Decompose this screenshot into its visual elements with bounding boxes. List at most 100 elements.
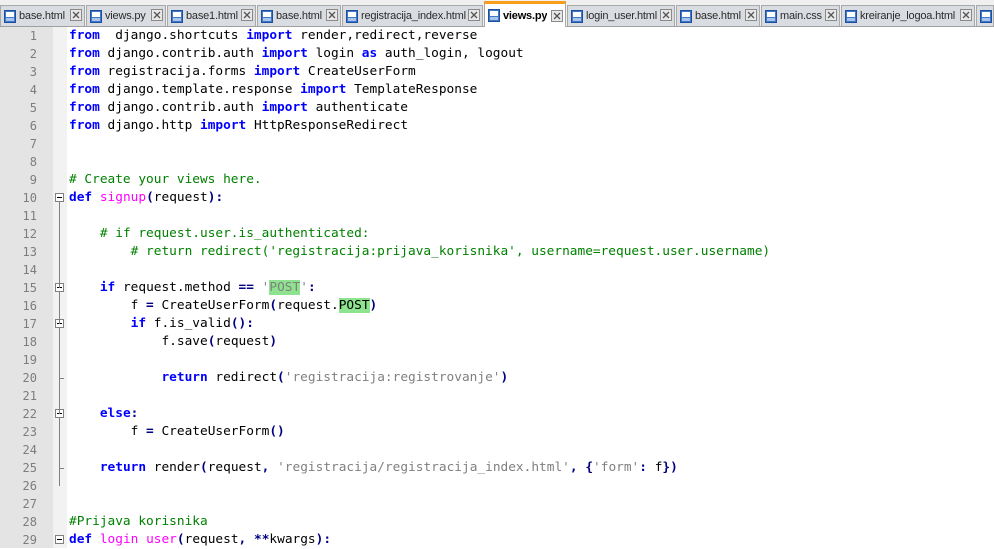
code-text[interactable]: from registracija.forms import CreateUse… (69, 63, 416, 81)
code-text[interactable]: from django.template.response import Tem… (69, 81, 477, 99)
line-number: 11 (22, 209, 37, 223)
file-icon (980, 9, 992, 23)
line-number: 15 (22, 281, 37, 295)
line-number: 4 (29, 83, 37, 97)
code-line: 19 (0, 351, 994, 369)
fold-minus-icon[interactable] (55, 535, 64, 544)
tab-label: main.css (780, 10, 822, 22)
line-number: 6 (29, 119, 37, 133)
line-number: 19 (22, 353, 37, 367)
close-icon[interactable] (326, 9, 338, 21)
tab-4[interactable]: base.html (257, 5, 341, 26)
tab-1[interactable]: base.html (0, 5, 85, 26)
code-text[interactable]: if f.is_valid(): (69, 315, 254, 333)
close-icon[interactable] (70, 9, 82, 21)
tab-label: views.py (105, 10, 146, 22)
code-text[interactable]: else: (69, 405, 139, 423)
line-number: 18 (22, 335, 37, 349)
file-icon (346, 9, 358, 23)
line-number: 28 (22, 515, 37, 529)
code-text[interactable]: # if request.user.is_authenticated: (69, 225, 370, 243)
code-text[interactable]: from django.contrib.auth import login as… (69, 45, 524, 63)
tab-6[interactable]: views.py (484, 1, 566, 27)
fold-line (59, 418, 60, 486)
code-line: 15 if request.method == 'POST': (0, 279, 994, 297)
code-line: 18 f.save(request) (0, 333, 994, 351)
code-line: 13 # return redirect('registracija:prija… (0, 243, 994, 261)
code-line: 14 (0, 261, 994, 279)
code-text[interactable]: # return redirect('registracija:prijava_… (69, 243, 770, 261)
code-text[interactable]: return redirect('registracija:registrova… (69, 369, 508, 387)
code-text[interactable]: f = CreateUserForm(request.POST) (69, 297, 377, 315)
fold-line (59, 328, 60, 414)
line-number: 22 (22, 407, 37, 421)
code-text[interactable]: def login user(request, **kwargs): (69, 531, 331, 549)
tab-8[interactable]: base.html (676, 5, 760, 26)
code-text[interactable]: f = CreateUserForm() (69, 423, 285, 441)
close-icon[interactable] (551, 10, 563, 22)
code-line: 9 # Create your views here. (0, 171, 994, 189)
code-text[interactable]: from django.http import HttpResponseRedi… (69, 117, 408, 135)
tab-label: base.html (276, 10, 322, 22)
fold-line (59, 202, 60, 288)
line-number: 21 (22, 389, 37, 403)
code-line: 4 from django.template.response import Te… (0, 81, 994, 99)
line-number: 10 (22, 191, 37, 205)
code-text[interactable]: #Prijava korisnika (69, 513, 208, 531)
code-line: 25 return render(request, 'registracija/… (0, 459, 994, 477)
tab-5[interactable]: registracija_index.html (342, 5, 483, 26)
code-text[interactable]: return render(request, 'registracija/reg… (69, 459, 678, 477)
tab-10[interactable]: kreiranje_logoa.html (841, 5, 975, 26)
line-number: 27 (22, 497, 37, 511)
code-line: 3 from registracija.forms import CreateUs… (0, 63, 994, 81)
code-text[interactable]: f.save(request) (69, 333, 277, 351)
line-number: 16 (22, 299, 37, 313)
line-number: 20 (22, 371, 37, 385)
line-number: 23 (22, 425, 37, 439)
tab-9[interactable]: main.css (761, 5, 840, 26)
line-number: 17 (22, 317, 37, 331)
code-editor[interactable]: 1 from django.shortcuts import render,red… (0, 27, 994, 548)
line-number: 24 (22, 443, 37, 457)
code-line: 24 (0, 441, 994, 459)
file-icon (571, 9, 583, 23)
line-number: 12 (22, 227, 37, 241)
tab-label: base.html (19, 10, 65, 22)
code-text[interactable]: from django.shortcuts import render,redi… (69, 27, 477, 45)
code-line: 12 # if request.user.is_authenticated: (0, 225, 994, 243)
close-icon[interactable] (660, 9, 672, 21)
tab-label: base.html (695, 10, 741, 22)
close-icon[interactable] (745, 9, 757, 21)
close-icon[interactable] (825, 9, 837, 21)
code-line: 28 #Prijava korisnika (0, 513, 994, 531)
code-text[interactable]: # Create your views here. (69, 171, 262, 189)
file-icon (680, 9, 692, 23)
close-icon[interactable] (960, 9, 972, 21)
tab-label: base1.html (186, 10, 238, 22)
code-line: 22 else: (0, 405, 994, 423)
code-text[interactable]: from django.contrib.auth import authenti… (69, 99, 408, 117)
tab-7[interactable]: login_user.html (567, 5, 675, 26)
fold-minus-icon[interactable] (55, 193, 64, 202)
close-icon[interactable] (151, 9, 163, 21)
line-number: 26 (22, 479, 37, 493)
tab-2[interactable]: views.py (86, 5, 166, 26)
code-line: 21 (0, 387, 994, 405)
line-number: 13 (22, 245, 37, 259)
code-line: 11 (0, 207, 994, 225)
code-line: 17 if f.is_valid(): (0, 315, 994, 333)
code-line: 5 from django.contrib.auth import authent… (0, 99, 994, 117)
tab-11[interactable] (976, 5, 994, 26)
code-text[interactable]: def signup(request): (69, 189, 223, 207)
fold-end-marker (59, 378, 64, 379)
file-icon (488, 9, 500, 22)
close-icon[interactable] (241, 9, 253, 21)
code-text[interactable]: if request.method == 'POST': (69, 279, 316, 297)
tab-3[interactable]: base1.html (167, 5, 256, 26)
code-line: 2 from django.contrib.auth import login a… (0, 45, 994, 63)
tab-label: views.py (503, 9, 548, 22)
tab-label: kreiranje_logoa.html (860, 10, 956, 22)
line-number: 29 (22, 533, 37, 547)
close-icon[interactable] (468, 9, 480, 21)
code-line: 16 f = CreateUserForm(request.POST) (0, 297, 994, 315)
